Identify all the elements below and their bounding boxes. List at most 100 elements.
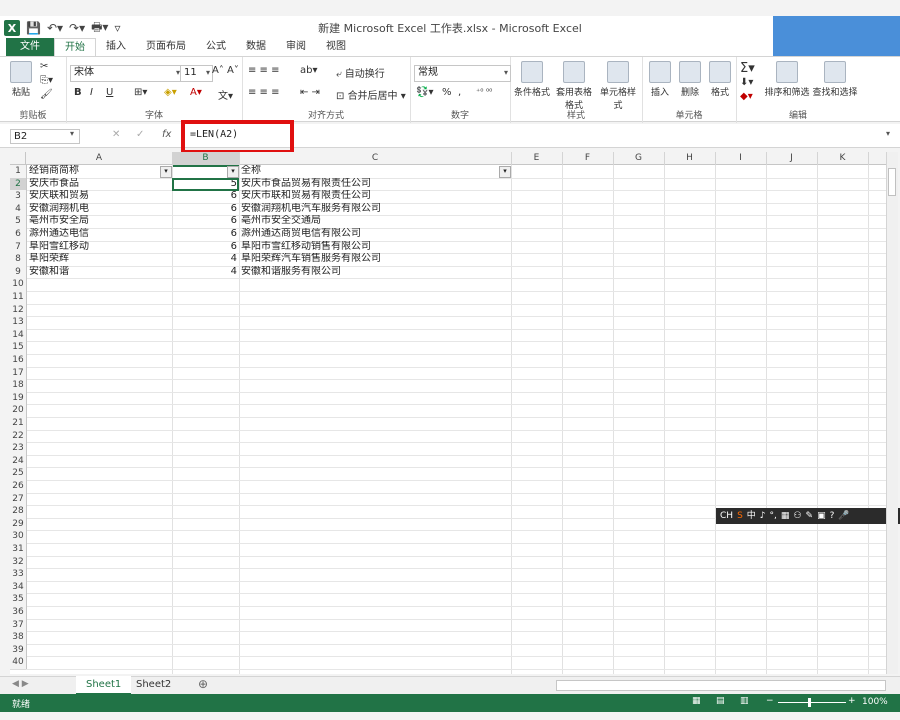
row-header[interactable]: 29	[10, 517, 27, 532]
row-header[interactable]: 11	[10, 291, 27, 305]
row-header[interactable]: 4	[10, 202, 27, 217]
tab-data[interactable]: 数据	[236, 38, 276, 56]
format-cells-button[interactable]: 格式	[706, 61, 734, 98]
row-header[interactable]: 5	[10, 215, 27, 229]
wrap-text-button[interactable]: ⤶ 自动换行	[336, 65, 385, 80]
cell-a3[interactable]: 安庆联和贸易	[29, 190, 157, 203]
underline-button[interactable]: U	[106, 87, 113, 98]
clear-icon[interactable]: ◆▾	[740, 91, 753, 102]
zoom-slider-thumb[interactable]	[808, 698, 811, 707]
zoom-level[interactable]: 100%	[862, 697, 888, 707]
row-header[interactable]: 20	[10, 404, 27, 418]
row-header[interactable]: 35	[10, 593, 27, 607]
conditional-format-button[interactable]: 条件格式	[512, 61, 552, 98]
cell-c4[interactable]: 安徽润翔机电汽车服务有限公司	[241, 203, 497, 216]
cell-c9[interactable]: 安徽和谐服务有限公司	[241, 266, 497, 279]
format-as-table-button[interactable]: 套用表格格式	[554, 61, 594, 111]
filter-dropdown-a[interactable]: ▾	[160, 166, 172, 178]
skin-icon[interactable]: ▣	[817, 508, 826, 524]
cell-c5[interactable]: 亳州市安全交通局	[241, 215, 497, 228]
row-header[interactable]: 27	[10, 492, 27, 507]
row-header[interactable]: 19	[10, 391, 27, 406]
edit-icon[interactable]: ✎	[806, 508, 814, 524]
row-header[interactable]: 13	[10, 316, 27, 330]
ime-chinese-mode[interactable]: 中	[747, 508, 756, 524]
row-header[interactable]: 15	[10, 341, 27, 355]
border-icon[interactable]: ⊞▾	[134, 87, 147, 98]
percent-button[interactable]: %	[442, 87, 452, 98]
row-header[interactable]: 36	[10, 606, 27, 620]
cell-styles-button[interactable]: 单元格样式	[596, 61, 640, 111]
page-break-view-icon[interactable]: ▥	[740, 696, 749, 706]
keyboard-icon[interactable]: ▦	[781, 508, 790, 524]
redo-icon[interactable]: ↷▾	[69, 21, 85, 35]
find-select-button[interactable]: 查找和选择	[812, 61, 858, 98]
cell-b7[interactable]: 6	[173, 241, 237, 254]
cell-c2[interactable]: 安庆市食品贸易有限责任公司	[241, 178, 497, 191]
cell-c6[interactable]: 滁州通达商贸电信有限公司	[241, 228, 497, 241]
cell-c1[interactable]: 全称	[241, 165, 497, 178]
row-header[interactable]: 6	[10, 228, 27, 242]
currency-icon[interactable]: 💱▾	[416, 87, 433, 98]
row-header[interactable]: 10	[10, 278, 27, 292]
tab-view[interactable]: 视图	[316, 38, 356, 56]
column-header-k[interactable]: K	[817, 152, 869, 165]
column-header-c[interactable]: C	[239, 152, 512, 165]
italic-button[interactable]: I	[90, 87, 93, 98]
vertical-scroll-thumb[interactable]	[888, 168, 896, 196]
row-header[interactable]: 16	[10, 354, 27, 368]
column-header-a[interactable]: A	[26, 152, 173, 165]
column-header-f[interactable]: F	[562, 152, 614, 165]
zoom-in-icon[interactable]: +	[848, 696, 856, 706]
cell-a8[interactable]: 阜阳荣辉	[29, 253, 157, 266]
paste-button[interactable]: 粘贴	[8, 61, 34, 98]
cell-a4[interactable]: 安徽润翔机电	[29, 203, 157, 216]
orientation-icon[interactable]: ab▾	[300, 65, 318, 76]
cell-b3[interactable]: 6	[173, 190, 237, 203]
row-header[interactable]: 18	[10, 379, 27, 393]
insert-cells-button[interactable]: 插入	[646, 61, 674, 98]
phonetic-icon[interactable]: 文▾	[218, 87, 233, 102]
column-header-i[interactable]: I	[715, 152, 767, 165]
tab-file[interactable]: 文件	[6, 38, 54, 56]
fill-icon[interactable]: ⬇▾	[740, 77, 753, 88]
cell-b4[interactable]: 6	[173, 203, 237, 216]
page-layout-view-icon[interactable]: ▤	[716, 696, 725, 706]
row-header[interactable]: 14	[10, 328, 27, 343]
merge-center-button[interactable]: ⊡ 合并后居中 ▾	[336, 87, 406, 102]
row-header[interactable]: 31	[10, 543, 27, 557]
sheet-nav-icon[interactable]: ◀ ▶	[12, 679, 29, 689]
sort-filter-button[interactable]: 排序和筛选	[764, 61, 810, 98]
row-header[interactable]: 3	[10, 190, 27, 204]
help-icon[interactable]: ?	[830, 508, 835, 524]
left-align-icon[interactable]: ≡ ≡ ≡	[248, 87, 280, 98]
row-header[interactable]: 32	[10, 555, 27, 570]
indent-icon[interactable]: ⇤ ⇥	[300, 87, 320, 98]
cell-c8[interactable]: 阜阳荣辉汽车销售服务有限公司	[241, 253, 497, 266]
sheet-tab-sheet2[interactable]: Sheet2	[126, 676, 181, 693]
row-header[interactable]: 37	[10, 618, 27, 633]
row-header[interactable]: 28	[10, 505, 27, 519]
row-header[interactable]: 33	[10, 568, 27, 582]
column-header-e[interactable]: E	[511, 152, 563, 165]
row-header[interactable]: 34	[10, 580, 27, 595]
font-name-select[interactable]: 宋体	[70, 65, 183, 82]
fill-color-icon[interactable]: ◈▾	[164, 87, 177, 98]
row-header[interactable]: 1	[10, 165, 27, 179]
row-header[interactable]: 24	[10, 454, 27, 469]
tab-insert[interactable]: 插入	[96, 38, 136, 56]
tab-page-layout[interactable]: 页面布局	[136, 38, 196, 56]
top-align-icon[interactable]: ≡ ≡ ≡	[248, 65, 280, 76]
row-header[interactable]: 7	[10, 240, 27, 255]
row-header[interactable]: 26	[10, 480, 27, 494]
sogou-icon[interactable]: S	[737, 508, 743, 524]
customize-qat-icon[interactable]: ▿	[114, 21, 120, 35]
moon-icon[interactable]: ♪	[760, 508, 766, 524]
select-all-corner[interactable]	[10, 152, 26, 165]
cell-a6[interactable]: 滁州通达电信	[29, 228, 157, 241]
comma-button[interactable]: ,	[458, 87, 461, 98]
tab-formulas[interactable]: 公式	[196, 38, 236, 56]
cell-b8[interactable]: 4	[173, 253, 237, 266]
cell-a5[interactable]: 亳州市安全局	[29, 215, 157, 228]
sheet-tab-sheet1[interactable]: Sheet1	[76, 676, 132, 695]
